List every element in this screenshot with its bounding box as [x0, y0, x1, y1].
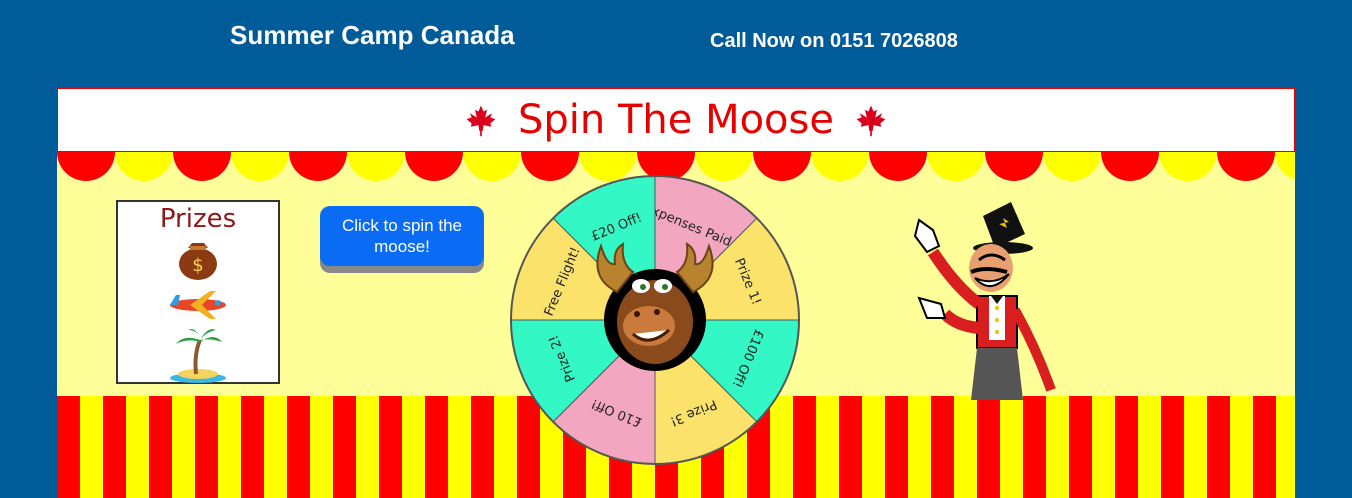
ringmaster-character-icon [913, 202, 1056, 400]
awning-scallop [927, 152, 985, 181]
awning-scallop [1043, 152, 1101, 181]
awning-scallop [405, 152, 463, 181]
money-bag-icon: $ [179, 243, 217, 280]
awning-scallop [985, 152, 1043, 181]
awning-scallop [57, 152, 115, 181]
airplane-icon [170, 291, 226, 319]
awning-scallop [289, 152, 347, 181]
island-icon [170, 329, 226, 383]
awning-scallop [347, 152, 405, 181]
game-stage: Spin The Moose Prizes $ Click to spin th… [57, 88, 1295, 498]
phone-number[interactable]: Call Now on 0151 7026808 [710, 30, 958, 53]
awning-scallop [231, 152, 289, 181]
awning-scallop [1101, 152, 1159, 181]
banner-title: Spin The Moose [518, 97, 834, 143]
awning-scallop [811, 152, 869, 181]
awning-scallop [1217, 152, 1275, 181]
site-title: Summer Camp Canada [230, 20, 515, 50]
spin-button[interactable]: Click to spin the moose! [320, 206, 484, 266]
awning-scallop [869, 152, 927, 181]
game-banner: Spin The Moose [57, 88, 1295, 152]
awning-scallop [115, 152, 173, 181]
prize-wheel[interactable]: All Expenses Paid Trip!Prize 1!£100 Off!… [509, 174, 801, 466]
awning-scallop [1275, 152, 1295, 180]
awning-scallop [173, 152, 231, 181]
prizes-title: Prizes [159, 204, 237, 234]
maple-leaf-icon [466, 105, 496, 137]
maple-leaf-icon [856, 105, 886, 137]
svg-text:$: $ [192, 255, 203, 276]
prizes-panel: Prizes $ [116, 200, 280, 384]
awning-scallop [1159, 152, 1217, 181]
